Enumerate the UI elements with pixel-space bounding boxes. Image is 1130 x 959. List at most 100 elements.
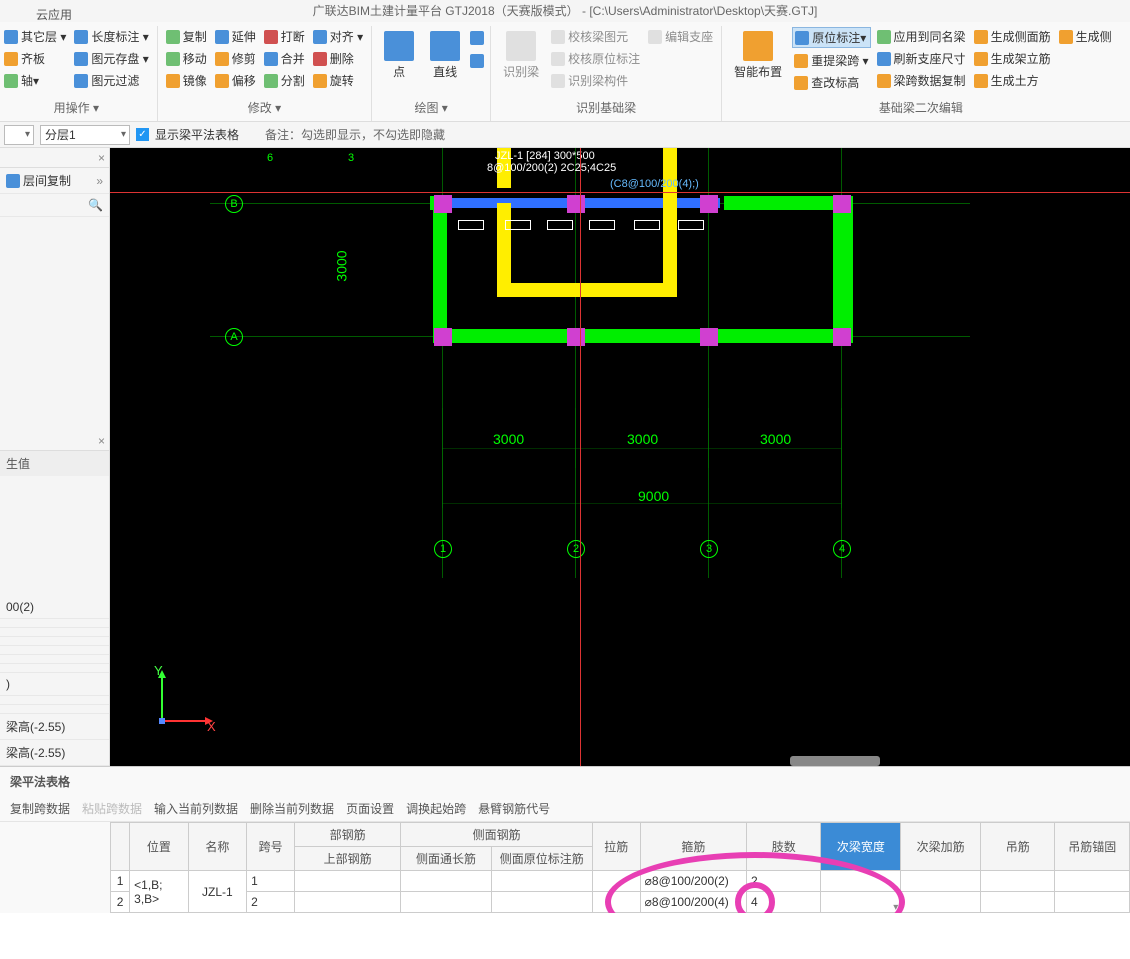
prop-row-3[interactable]: 梁高(-2.55) [0, 740, 109, 766]
btn-apply-same[interactable]: 应用到同名梁 [875, 27, 968, 46]
prop-row-blank2[interactable] [0, 628, 109, 637]
th-side-orig[interactable]: 侧面原位标注筋 [491, 847, 592, 871]
btn-copy[interactable]: 复制 [164, 27, 209, 46]
prop-row-1[interactable]: ) [0, 673, 109, 696]
bp-copy-span[interactable]: 复制跨数据 [10, 800, 70, 817]
drawing-canvas[interactable]: B A 1 2 3 4 3000 3000 3000 9000 3000 6 3… [110, 148, 1130, 766]
cell-sub-width-active[interactable] [821, 892, 901, 913]
btn-delete[interactable]: 删除 [311, 49, 365, 68]
cell-limbs[interactable]: 2 [747, 871, 821, 892]
prop-row-2[interactable]: 梁高(-2.55) [0, 714, 109, 740]
btn-relift-span[interactable]: 重提梁跨 ▾ [792, 51, 870, 70]
combo-layer[interactable]: 分层1 [40, 125, 130, 145]
prop-row-blank8[interactable] [0, 705, 109, 714]
btn-smart-layout[interactable]: 智能布置 [728, 27, 788, 84]
bp-swap-span[interactable]: 调换起始跨 [406, 800, 466, 817]
group-beam-edit: 智能布置 原位标注▾ 重提梁跨 ▾ 查改标高 应用到同名梁 刷新支座尺寸 梁跨数… [722, 26, 1119, 121]
cell-span[interactable]: 2 [247, 892, 295, 913]
th-name[interactable]: 名称 [188, 823, 247, 871]
btn-trim[interactable]: 修剪 [213, 49, 258, 68]
row-idx: 1 [111, 871, 130, 892]
btn-gen-frame[interactable]: 生成架立筋 [972, 49, 1053, 68]
btn-gen-side[interactable]: 生成侧面筋 [972, 27, 1053, 46]
btn-extend[interactable]: 延伸 [213, 27, 258, 46]
btn-mirror[interactable]: 镜像 [164, 71, 209, 90]
th-side-group[interactable]: 侧面钢筋 [401, 823, 592, 847]
bp-cantilever[interactable]: 悬臂钢筋代号 [478, 800, 550, 817]
spline-icon[interactable] [470, 54, 484, 68]
btn-move[interactable]: 移动 [164, 49, 209, 68]
bp-delete-col[interactable]: 删除当前列数据 [250, 800, 334, 817]
btn-align[interactable]: 对齐 ▾ [311, 27, 365, 46]
prop-row-blank1[interactable] [0, 619, 109, 628]
axis-3: 3 [700, 540, 718, 558]
prop-row-blank7[interactable] [0, 696, 109, 705]
bp-input-col[interactable]: 输入当前列数据 [154, 800, 238, 817]
th-stirrup[interactable]: 箍筋 [640, 823, 746, 871]
combo-empty[interactable] [4, 125, 34, 145]
th-top-group[interactable]: 部钢筋 [295, 823, 401, 847]
prop-row-blank3[interactable] [0, 637, 109, 646]
cell-span[interactable]: 1 [247, 871, 295, 892]
cell-stirrup[interactable]: ⌀8@100/200(4) [640, 892, 746, 913]
btn-filter-elems[interactable]: 图元过滤 [72, 71, 150, 90]
line-icon [430, 31, 460, 61]
btn-split[interactable]: 分割 [262, 71, 307, 90]
th-hanger-anchor[interactable]: 吊筋锚固 [1055, 823, 1130, 871]
btn-check-elev[interactable]: 查改标高 [792, 73, 870, 92]
table-row[interactable]: 2 2 ⌀8@100/200(4) 4 [111, 892, 1130, 913]
btn-rotate[interactable]: 旋转 [311, 71, 365, 90]
th-sub-add[interactable]: 次梁加筋 [901, 823, 981, 871]
app-title: 广联达BIM土建计量平台 GTJ2018（天赛版模式） - [C:\Users\… [313, 4, 818, 18]
btn-save-elems[interactable]: 图元存盘 ▾ [72, 49, 150, 68]
cell-limbs[interactable]: 4 [747, 892, 821, 913]
btn-copy-span-data[interactable]: 梁跨数据复制 [875, 71, 968, 90]
btn-layer-copy[interactable]: 层间复制» [0, 168, 109, 194]
panel-close-2[interactable]: × [0, 431, 109, 451]
btn-rec-beam[interactable]: 识别梁 [497, 27, 545, 84]
btn-check-elem[interactable]: 校核梁图元 [549, 27, 642, 46]
th-pos[interactable]: 位置 [130, 823, 189, 871]
th-tie[interactable]: 拉筋 [592, 823, 640, 871]
btn-other-layer[interactable]: 其它层 ▾ [2, 27, 68, 46]
btn-line[interactable]: 直线 [424, 27, 466, 84]
btn-axis[interactable]: 轴▾ [2, 71, 68, 90]
bp-page-setup[interactable]: 页面设置 [346, 800, 394, 817]
th-sub-width[interactable]: 次梁宽度 [821, 823, 901, 871]
checkbox-show-table[interactable]: ✓ [136, 128, 149, 141]
btn-break[interactable]: 打断 [262, 27, 307, 46]
th-side-through[interactable]: 侧面通长筋 [401, 847, 491, 871]
panel-search[interactable]: 🔍 [0, 194, 109, 217]
beam-table[interactable]: 位置 名称 跨号 部钢筋 侧面钢筋 拉筋 箍筋 肢数 次梁宽度 次梁加筋 吊筋 … [110, 822, 1130, 913]
prop-row-0[interactable]: 00(2) [0, 596, 109, 619]
btn-orig-annot[interactable]: 原位标注▾ [792, 27, 870, 48]
th-hanger[interactable]: 吊筋 [981, 823, 1055, 871]
h-scroll-thumb[interactable] [790, 756, 880, 766]
cell-stirrup[interactable]: ⌀8@100/200(2) [640, 871, 746, 892]
cloud-app-btn[interactable]: 云应用 [36, 4, 72, 26]
bp-paste-span[interactable]: 粘贴跨数据 [82, 800, 142, 817]
prop-row-blank5[interactable] [0, 655, 109, 664]
btn-gen-side2[interactable]: 生成侧 [1057, 27, 1114, 46]
btn-gen-earth[interactable]: 生成土方 [972, 71, 1053, 90]
btn-check-orig[interactable]: 校核原位标注 [549, 49, 642, 68]
btn-align-plate[interactable]: 齐板 [2, 49, 68, 68]
arc-icon[interactable] [470, 31, 484, 45]
btn-rec-comp[interactable]: 识别梁构件 [549, 71, 642, 90]
btn-edit-support[interactable]: 编辑支座 [646, 27, 715, 46]
side2-icon [1059, 30, 1073, 44]
btn-point[interactable]: 点 [378, 27, 420, 84]
cell-pos[interactable]: <1,B;3,B> [130, 871, 189, 913]
btn-offset[interactable]: 偏移 [213, 71, 258, 90]
prop-row-blank4[interactable] [0, 646, 109, 655]
prop-row-blank6[interactable] [0, 664, 109, 673]
th-top-sub[interactable]: 上部钢筋 [295, 847, 401, 871]
btn-length-dim[interactable]: 长度标注 ▾ [72, 27, 150, 46]
panel-close-1[interactable]: × [0, 148, 109, 168]
btn-merge[interactable]: 合并 [262, 49, 307, 68]
btn-refresh-sup[interactable]: 刷新支座尺寸 [875, 49, 968, 68]
cell-name[interactable]: JZL-1 [188, 871, 247, 913]
th-span[interactable]: 跨号 [247, 823, 295, 871]
table-row[interactable]: 1 <1,B;3,B> JZL-1 1 ⌀8@100/200(2) 2 [111, 871, 1130, 892]
th-limbs[interactable]: 肢数 [747, 823, 821, 871]
